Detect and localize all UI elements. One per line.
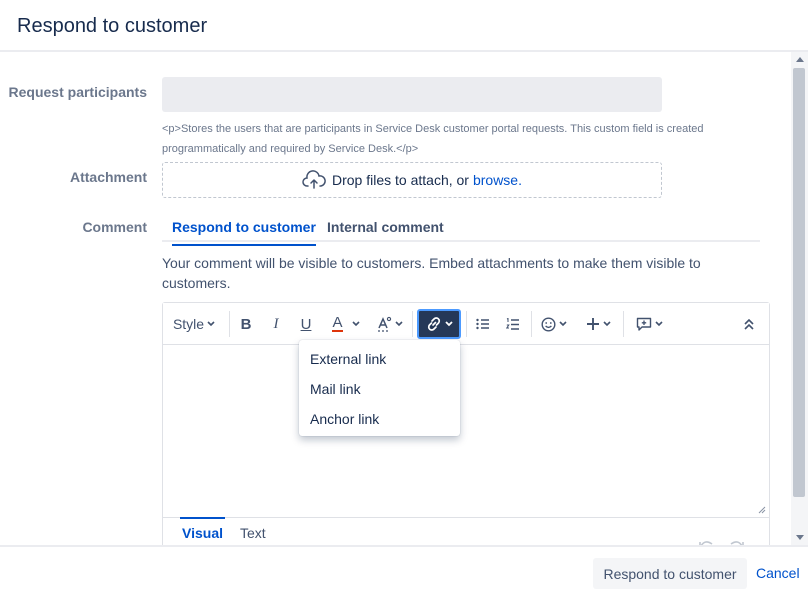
emoji-icon <box>541 316 556 332</box>
browse-link[interactable]: browse. <box>473 172 522 188</box>
tab-internal-comment[interactable]: Internal comment <box>327 219 444 235</box>
chevron-down-icon <box>602 321 611 327</box>
collapse-toolbar-icon <box>744 318 754 330</box>
numbered-list-icon <box>506 317 519 330</box>
chevron-down-icon <box>351 321 360 327</box>
toolbar-divider <box>412 311 413 337</box>
menu-item-anchor-link[interactable]: Anchor link <box>299 404 460 434</box>
underline-icon: U <box>300 315 312 333</box>
toolbar-divider <box>466 311 467 337</box>
toolbar-divider <box>229 311 230 337</box>
style-label: Style <box>172 316 205 332</box>
chevron-down-icon <box>394 321 403 327</box>
italic-icon: I <box>273 315 279 332</box>
toolbar-divider <box>623 311 624 337</box>
bullet-list-button[interactable] <box>472 309 494 339</box>
insert-more-button[interactable] <box>581 309 615 339</box>
scroll-down-icon[interactable] <box>796 535 804 540</box>
underline-button[interactable]: U <box>296 309 316 339</box>
bold-icon: B <box>240 315 252 333</box>
italic-button[interactable]: I <box>266 309 286 339</box>
style-dropdown[interactable]: Style <box>171 309 217 339</box>
mode-tab-text[interactable]: Text <box>240 525 266 541</box>
insert-more-icon <box>586 318 599 330</box>
text-effects-icon <box>377 316 391 332</box>
attachment-label: Attachment <box>69 169 147 185</box>
participants-help-text: <p>Stores the users that are participant… <box>162 123 704 155</box>
editor-toolbar: Style B I U A <box>163 303 769 345</box>
dropzone-text: Drop files to attach, or <box>332 172 469 188</box>
chevron-down-icon <box>654 321 663 327</box>
link-dropdown-menu: External link Mail link Anchor link <box>299 340 460 436</box>
comment-macro-icon <box>636 317 651 331</box>
dialog-footer: Respond to customer Cancel <box>0 545 808 597</box>
menu-item-external-link[interactable]: External link <box>299 344 460 374</box>
dialog-header: Respond to customer <box>0 0 808 52</box>
text-color-icon: A <box>332 314 343 332</box>
text-color-button[interactable]: A <box>326 309 366 339</box>
mode-tab-visual[interactable]: Visual <box>180 517 225 541</box>
text-effects-button[interactable] <box>373 309 405 339</box>
participants-input[interactable] <box>162 77 662 112</box>
tab-respond-to-customer[interactable]: Respond to customer <box>172 219 316 246</box>
comment-editor: Style B I U A Visual Text <box>162 302 770 553</box>
dialog-title: Respond to customer <box>17 15 208 37</box>
upload-cloud-icon <box>302 170 332 190</box>
comment-textarea[interactable] <box>163 345 769 517</box>
chevron-down-icon <box>444 321 453 327</box>
collapse-toolbar-button[interactable] <box>737 309 761 339</box>
scrollbar[interactable] <box>791 52 808 545</box>
chevron-down-icon <box>207 321 215 327</box>
toolbar-divider <box>531 311 532 337</box>
comment-macro-button[interactable] <box>632 309 666 339</box>
respond-to-customer-button[interactable]: Respond to customer <box>593 558 747 589</box>
bold-button[interactable]: B <box>236 309 256 339</box>
visibility-note: Your comment will be visible to customer… <box>162 255 701 291</box>
emoji-button[interactable] <box>537 309 571 339</box>
participants-label: Request participants <box>8 84 147 100</box>
link-icon <box>427 317 440 331</box>
menu-item-mail-link[interactable]: Mail link <box>299 374 460 404</box>
numbered-list-button[interactable] <box>502 309 524 339</box>
attachment-dropzone[interactable]: Drop files to attach, or browse. <box>162 162 662 198</box>
bullet-list-icon <box>476 318 489 330</box>
chevron-down-icon <box>559 321 567 327</box>
link-button[interactable] <box>417 309 461 339</box>
comment-tabs: Respond to customer Internal comment <box>162 211 760 246</box>
comment-label: Comment <box>82 219 147 235</box>
resize-grip-icon[interactable] <box>756 504 766 514</box>
scrollbar-thumb[interactable] <box>793 68 805 497</box>
scroll-up-icon[interactable] <box>796 57 804 62</box>
cancel-link[interactable]: Cancel <box>756 565 800 581</box>
